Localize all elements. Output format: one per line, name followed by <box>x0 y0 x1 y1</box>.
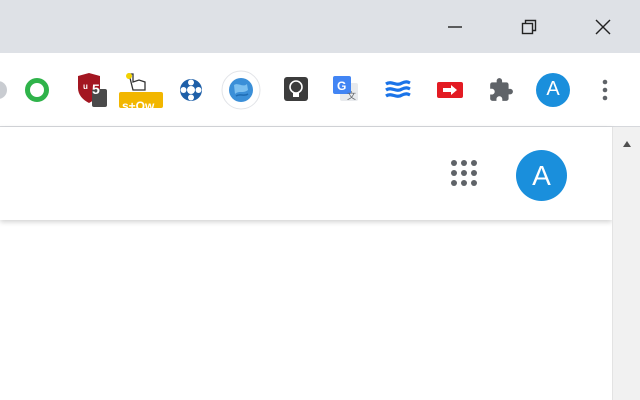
apps-grid-icon <box>451 160 477 186</box>
pointer-badge: s+Ow <box>122 99 155 113</box>
account-avatar-button[interactable]: A <box>516 150 567 201</box>
ublock-extension[interactable]: u 5 <box>71 53 111 126</box>
lifebuoy-icon <box>180 78 202 101</box>
svg-text:文: 文 <box>347 90 356 101</box>
partial-extension[interactable] <box>0 53 18 126</box>
waves-icon <box>385 79 411 98</box>
translate-extension[interactable]: G 文 <box>326 53 366 126</box>
close-icon <box>595 19 611 34</box>
green-ring-icon <box>25 77 49 102</box>
green-ring-extension[interactable] <box>17 53 57 126</box>
pointer-badge-extension[interactable]: s+Ow <box>119 53 165 126</box>
scroll-up-arrow-icon <box>623 141 631 147</box>
scroll-up-button[interactable] <box>613 127 640 161</box>
lightbulb-icon <box>284 76 308 101</box>
globe-extension[interactable] <box>221 53 261 126</box>
lightbulb-extension[interactable] <box>276 53 316 126</box>
minimize-icon <box>448 25 462 28</box>
restore-button[interactable] <box>505 0 553 53</box>
ublock-badge: 5 <box>92 81 100 97</box>
kebab-menu-icon <box>602 79 608 100</box>
page-content: A <box>0 127 612 400</box>
extensions-menu-button[interactable] <box>481 53 521 126</box>
apps-button[interactable] <box>447 156 481 190</box>
globe-icon <box>221 70 261 109</box>
minimize-button[interactable] <box>431 0 479 53</box>
close-button[interactable] <box>579 0 627 53</box>
svg-text:G: G <box>337 79 346 93</box>
page-header: A <box>0 127 612 220</box>
browser-menu-button[interactable] <box>585 53 625 126</box>
account-initial: A <box>532 159 551 191</box>
red-arrow-extension[interactable] <box>430 53 470 126</box>
profile-button[interactable]: A <box>533 53 573 126</box>
profile-initial: A <box>546 78 560 100</box>
browser-toolbar: u 5 s+Ow G 文 A <box>0 53 640 127</box>
translate-icon: G 文 <box>333 75 358 101</box>
red-arrow-icon <box>437 81 463 98</box>
window-titlebar <box>0 0 640 53</box>
lifebuoy-extension[interactable] <box>171 53 211 126</box>
vertical-scrollbar[interactable] <box>612 127 640 400</box>
restore-icon <box>521 19 537 34</box>
partial-extension-icon <box>0 80 7 99</box>
profile-avatar: A <box>536 72 570 107</box>
svg-text:u: u <box>83 82 88 91</box>
puzzle-icon <box>490 77 513 101</box>
shield-icon: u <box>78 72 107 107</box>
waves-extension[interactable] <box>378 53 418 126</box>
